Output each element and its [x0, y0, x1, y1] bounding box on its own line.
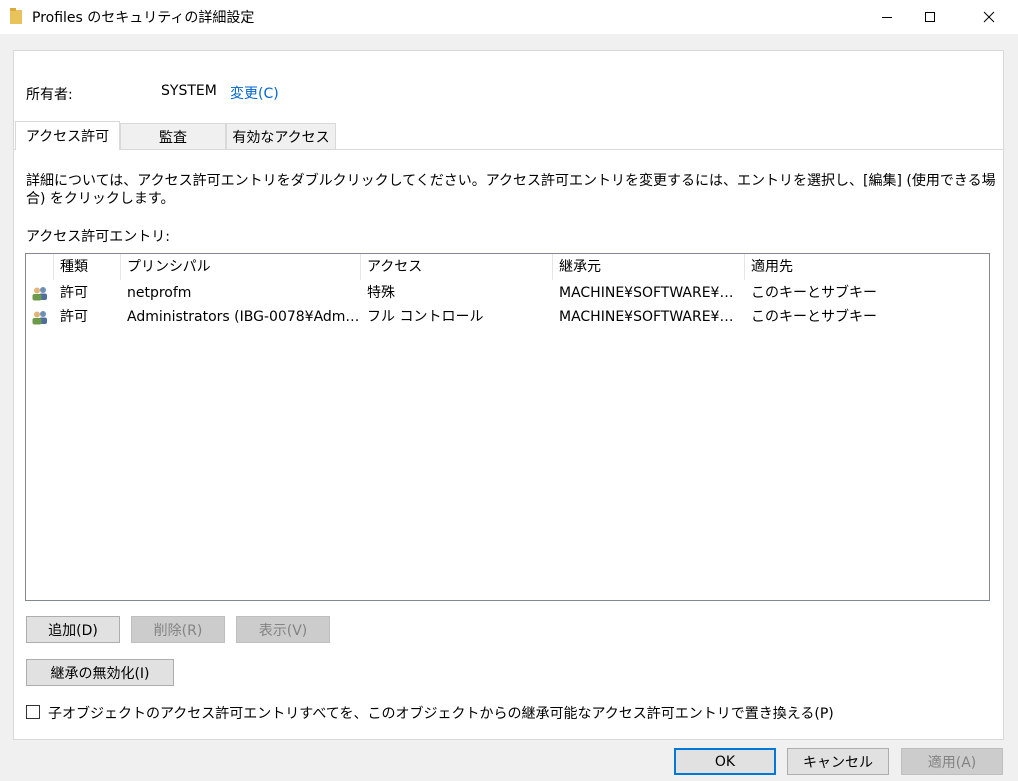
cell-applies-to: このキーとサブキー — [751, 285, 877, 301]
cancel-button[interactable]: キャンセル — [787, 748, 889, 775]
close-icon — [983, 11, 995, 23]
cell-principal: Administrators (IBG-0078¥Admin... — [127, 309, 360, 325]
column-header-access[interactable]: アクセス — [361, 254, 553, 280]
add-button[interactable]: 追加(D) — [26, 616, 120, 643]
tab-effective-access[interactable]: 有効なアクセス — [226, 123, 336, 149]
view-button[interactable]: 表示(V) — [236, 616, 330, 643]
user-group-icon — [32, 287, 47, 301]
title-bar: Profiles のセキュリティの詳細設定 — [0, 0, 1018, 34]
table-row[interactable]: 許可 netprofm 特殊 MACHINE¥SOFTWARE¥M... このキ… — [26, 281, 989, 305]
cell-access: フル コントロール — [367, 309, 484, 325]
close-button[interactable] — [966, 0, 1012, 34]
maximize-icon — [925, 12, 935, 22]
tab-auditing[interactable]: 監査 — [120, 123, 226, 149]
cell-applies-to: このキーとサブキー — [751, 309, 877, 325]
tab-permissions[interactable]: アクセス許可 — [15, 121, 120, 150]
cell-inherited-from: MACHINE¥SOFTWARE¥M... — [559, 309, 744, 325]
user-group-icon — [32, 311, 47, 325]
entries-label: アクセス許可エントリ: — [26, 229, 171, 245]
tab-strip-border — [14, 149, 1004, 150]
owner-value: SYSTEM — [161, 83, 217, 99]
change-owner-link[interactable]: 変更(C) — [230, 83, 279, 103]
ok-button[interactable]: OK — [674, 748, 776, 775]
column-header-principal[interactable]: プリンシパル — [121, 254, 361, 280]
cell-type: 許可 — [60, 309, 88, 325]
cell-inherited-from: MACHINE¥SOFTWARE¥M... — [559, 285, 744, 301]
minimize-button[interactable] — [864, 0, 910, 34]
cell-principal: netprofm — [127, 285, 192, 301]
column-header-inherited-from[interactable]: 継承元 — [553, 254, 745, 280]
description-text: 詳細については、アクセス許可エントリをダブルクリックしてください。アクセス許可エ… — [26, 173, 996, 207]
replace-child-permissions-checkbox[interactable] — [26, 705, 40, 719]
owner-label: 所有者: — [26, 87, 73, 103]
maximize-button[interactable] — [907, 0, 953, 34]
cell-access: 特殊 — [367, 285, 395, 301]
permission-entries-list[interactable]: 種類 プリンシパル アクセス 継承元 適用先 許可 netprofm 特殊 MA… — [25, 253, 990, 601]
minimize-icon — [882, 17, 892, 18]
table-row[interactable]: 許可 Administrators (IBG-0078¥Admin... フル … — [26, 305, 989, 329]
replace-child-permissions-label[interactable]: 子オブジェクトのアクセス許可エントリすべてを、このオブジェクトからの継承可能なア… — [48, 703, 834, 723]
remove-button[interactable]: 削除(R) — [131, 616, 225, 643]
disable-inheritance-button[interactable]: 継承の無効化(I) — [26, 659, 174, 686]
folder-icon — [10, 8, 22, 24]
column-header-applies-to[interactable]: 適用先 — [745, 254, 989, 280]
list-header: 種類 プリンシパル アクセス 継承元 適用先 — [26, 254, 989, 280]
window-title: Profiles のセキュリティの詳細設定 — [32, 10, 255, 26]
apply-button[interactable]: 適用(A) — [901, 748, 1003, 775]
column-header-icon[interactable] — [26, 254, 54, 280]
column-header-type[interactable]: 種類 — [54, 254, 121, 280]
cell-type: 許可 — [60, 285, 88, 301]
